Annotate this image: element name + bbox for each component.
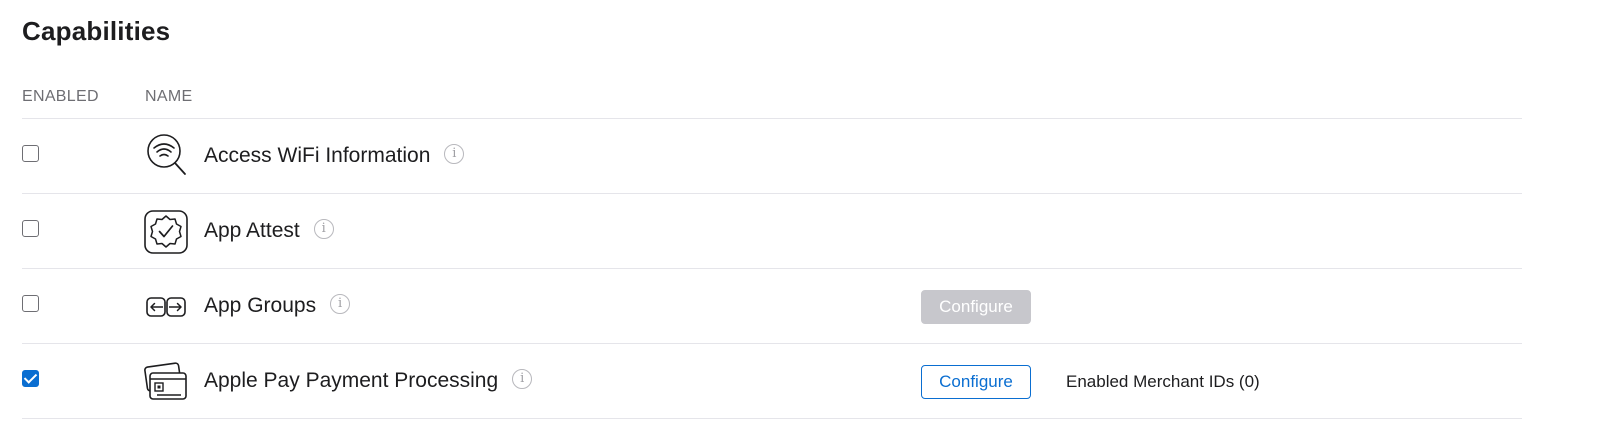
enable-checkbox[interactable] (22, 295, 39, 312)
capability-name: Apple Pay Payment Processing i (204, 369, 533, 393)
app-groups-arrows-icon (146, 297, 186, 317)
capability-name: App Groups i (204, 294, 351, 318)
capability-label: Apple Pay Payment Processing (204, 369, 499, 392)
configure-button[interactable]: Configure (921, 365, 1031, 399)
page-title: Capabilities (22, 16, 171, 46)
enable-checkbox[interactable] (22, 370, 39, 387)
info-icon[interactable]: i (512, 369, 533, 390)
info-icon[interactable]: i (444, 144, 465, 165)
capability-row-apple-pay: Apple Pay Payment Processing i Configure … (0, 344, 1600, 419)
column-header-enabled: ENABLED (22, 88, 99, 105)
merchant-ids-status: Enabled Merchant IDs (0) (1066, 372, 1260, 391)
capability-name: Access WiFi Information i (204, 144, 465, 168)
capability-label: App Attest (204, 219, 300, 242)
divider (22, 418, 1522, 419)
capability-row-app-groups: App Groups i Configure (0, 269, 1600, 344)
enable-checkbox[interactable] (22, 220, 39, 237)
enable-checkbox[interactable] (22, 145, 39, 162)
capability-row-access-wifi: Access WiFi Information i (0, 119, 1600, 194)
configure-button[interactable]: Configure (921, 290, 1031, 324)
wifi-search-icon (147, 134, 186, 175)
payment-cards-icon (144, 362, 187, 400)
column-header-name: NAME (145, 88, 193, 105)
capability-label: App Groups (204, 294, 317, 317)
info-icon[interactable]: i (330, 294, 351, 315)
capability-label: Access WiFi Information (204, 144, 431, 167)
capability-row-app-attest: App Attest i (0, 194, 1600, 269)
capability-name: App Attest i (204, 219, 334, 243)
info-icon[interactable]: i (313, 219, 334, 240)
badge-check-icon (144, 210, 188, 254)
